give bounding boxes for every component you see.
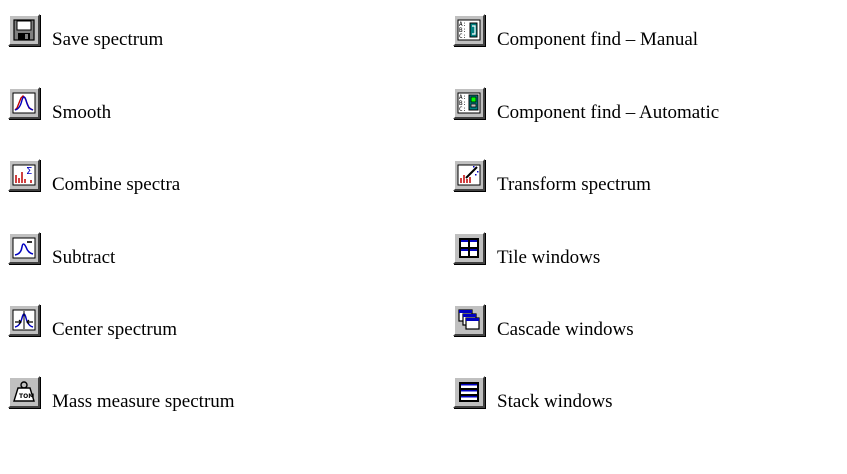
subtract-peak-icon [12, 237, 36, 259]
floppy-disk-icon [13, 19, 35, 41]
mass-measure-button[interactable]: TOM [8, 376, 40, 408]
tile-windows-label: Tile windows [497, 247, 601, 268]
component-automatic-icon: A: B: C: [457, 92, 481, 114]
stack-windows-button[interactable] [453, 376, 485, 408]
subtract-button[interactable] [8, 232, 40, 264]
stack-windows-icon [459, 382, 479, 402]
combine-spectra-button[interactable]: Σ [8, 159, 40, 191]
center-peak-icon [12, 309, 36, 331]
weight-icon: TOM [13, 381, 35, 402]
transform-spectrum-button[interactable] [453, 159, 485, 191]
svg-text:TOM: TOM [19, 393, 34, 400]
subtract-label: Subtract [52, 247, 116, 268]
component-find-manual-button[interactable]: A: B: C: [453, 14, 485, 46]
smooth-curve-icon [12, 92, 36, 114]
transform-wand-icon [457, 164, 481, 186]
svg-text:C:: C: [459, 33, 466, 40]
svg-text:C:: C: [459, 106, 466, 113]
component-manual-icon: A: B: C: [457, 19, 481, 41]
save-spectrum-button[interactable] [8, 14, 40, 46]
cascade-windows-icon [458, 309, 480, 330]
center-spectrum-button[interactable] [8, 304, 40, 336]
svg-text:Σ: Σ [26, 166, 32, 177]
component-find-automatic-label: Component find – Automatic [497, 102, 720, 123]
smooth-button[interactable] [8, 87, 40, 119]
mass-measure-label: Mass measure spectrum [52, 391, 235, 412]
tile-windows-icon [459, 238, 479, 258]
component-find-manual-label: Component find – Manual [497, 29, 699, 50]
combine-spectra-label: Combine spectra [52, 174, 181, 195]
save-spectrum-label: Save spectrum [52, 29, 164, 50]
smooth-label: Smooth [52, 102, 112, 123]
component-find-automatic-button[interactable]: A: B: C: [453, 87, 485, 119]
transform-spectrum-label: Transform spectrum [497, 174, 651, 195]
sum-spectra-icon: Σ [12, 164, 36, 186]
stack-windows-label: Stack windows [497, 391, 613, 412]
center-spectrum-label: Center spectrum [52, 319, 178, 340]
cascade-windows-label: Cascade windows [497, 319, 634, 340]
cascade-windows-button[interactable] [453, 304, 485, 336]
tile-windows-button[interactable] [453, 232, 485, 264]
